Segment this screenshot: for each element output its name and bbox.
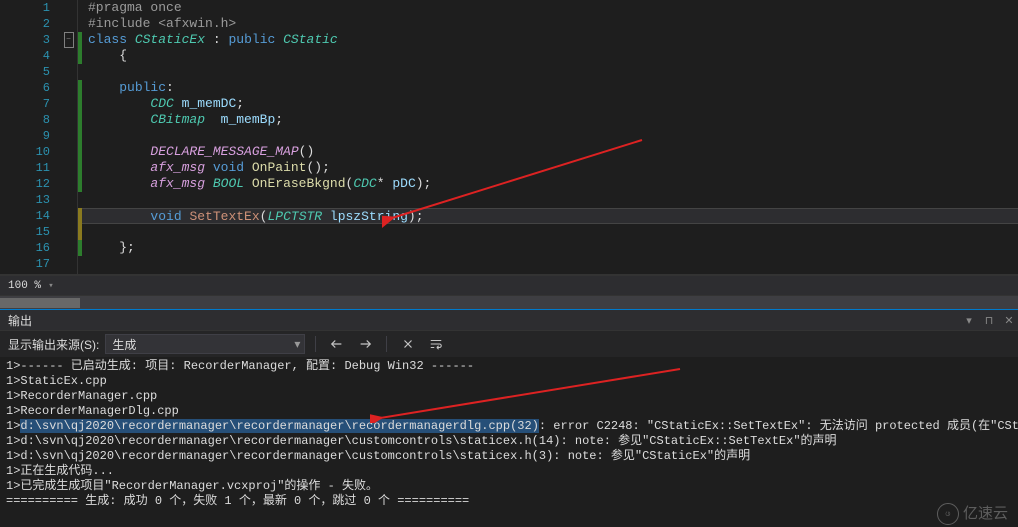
line-number: 13 [0, 192, 50, 208]
code-line[interactable]: public: [82, 80, 1018, 96]
line-number: 16 [0, 240, 50, 256]
pin-icon[interactable]: ⊓ [980, 311, 998, 329]
fold-marker[interactable] [60, 160, 77, 176]
output-text-area[interactable]: 1>------ 已启动生成: 项目: RecorderManager, 配置:… [0, 357, 1018, 527]
code-content[interactable]: #pragma once#include <afxwin.h>class CSt… [82, 0, 1018, 274]
collapse-icon[interactable]: − [64, 32, 74, 48]
line-number: 17 [0, 256, 50, 272]
code-line[interactable] [82, 192, 1018, 208]
toolbar-separator [386, 336, 387, 352]
toggle-wrap-button[interactable] [425, 334, 447, 354]
watermark: ဖ 亿速云 [937, 506, 1008, 521]
output-line[interactable]: 1>d:\svn\qj2020\recordermanager\recorder… [6, 434, 1012, 449]
line-number: 11 [0, 160, 50, 176]
fold-marker[interactable] [60, 176, 77, 192]
line-number: 7 [0, 96, 50, 112]
fold-marker[interactable] [60, 208, 77, 224]
code-line[interactable]: DECLARE_MESSAGE_MAP() [82, 144, 1018, 160]
code-line[interactable] [82, 128, 1018, 144]
zoom-bar: 100 % ▾ [0, 275, 1018, 295]
fold-marker[interactable] [60, 128, 77, 144]
scrollbar-thumb[interactable] [0, 298, 80, 308]
toolbar-separator [315, 336, 316, 352]
code-editor[interactable]: 1234567891011121314151617 − #pragma once… [0, 0, 1018, 275]
zoom-dropdown-icon[interactable]: ▾ [45, 280, 57, 292]
line-number: 2 [0, 16, 50, 32]
line-number: 5 [0, 64, 50, 80]
fold-marker[interactable] [60, 64, 77, 80]
goto-next-message-button[interactable] [354, 334, 376, 354]
line-number: 8 [0, 112, 50, 128]
line-number: 3 [0, 32, 50, 48]
code-line[interactable]: class CStaticEx : public CStatic [82, 32, 1018, 48]
code-line[interactable]: afx_msg BOOL OnEraseBkgnd(CDC* pDC); [82, 176, 1018, 192]
clear-all-button[interactable] [397, 334, 419, 354]
output-source-value: 生成 [112, 336, 136, 353]
zoom-level[interactable]: 100 % [8, 280, 41, 292]
code-line[interactable]: void SetTextEx(LPCTSTR lpszString); [82, 208, 1018, 224]
goto-prev-message-button[interactable] [326, 334, 348, 354]
horizontal-scrollbar[interactable] [0, 295, 1018, 309]
line-number: 15 [0, 224, 50, 240]
line-number: 1 [0, 0, 50, 16]
fold-marker[interactable]: − [60, 32, 77, 48]
code-line[interactable]: }; [82, 240, 1018, 256]
line-number: 9 [0, 128, 50, 144]
fold-marker[interactable] [60, 48, 77, 64]
code-line[interactable] [82, 224, 1018, 240]
output-toolbar: 显示输出来源(S): 生成 [0, 331, 1018, 357]
watermark-text: 亿速云 [963, 506, 1008, 521]
line-number: 12 [0, 176, 50, 192]
line-number: 4 [0, 48, 50, 64]
code-line[interactable]: CDC m_memDC; [82, 96, 1018, 112]
output-panel-header: 输出 ▾ ⊓ ✕ [0, 309, 1018, 331]
code-line[interactable]: #include <afxwin.h> [82, 16, 1018, 32]
code-line[interactable]: { [82, 48, 1018, 64]
fold-marker[interactable] [60, 112, 77, 128]
output-panel-title: 输出 [8, 312, 32, 329]
fold-marker-column[interactable]: − [60, 0, 78, 274]
output-line[interactable]: 1>已完成生成项目"RecorderManager.vcxproj"的操作 - … [6, 479, 1012, 494]
watermark-icon: ဖ [937, 503, 959, 525]
fold-marker[interactable] [60, 224, 77, 240]
code-line[interactable]: CBitmap m_memBp; [82, 112, 1018, 128]
output-line[interactable]: 1>RecorderManager.cpp [6, 389, 1012, 404]
panel-menu-icon[interactable]: ▾ [960, 311, 978, 329]
output-line[interactable]: 1>RecorderManagerDlg.cpp [6, 404, 1012, 419]
output-source-select[interactable]: 生成 [105, 334, 305, 354]
line-number-gutter: 1234567891011121314151617 [0, 0, 60, 274]
output-line[interactable]: 1>d:\svn\qj2020\recordermanager\recorder… [6, 419, 1012, 434]
fold-marker[interactable] [60, 240, 77, 256]
output-source-label: 显示输出来源(S): [8, 336, 99, 353]
close-icon[interactable]: ✕ [1000, 311, 1018, 329]
output-line[interactable]: 1>d:\svn\qj2020\recordermanager\recorder… [6, 449, 1012, 464]
line-number: 10 [0, 144, 50, 160]
output-line[interactable]: 1>StaticEx.cpp [6, 374, 1012, 389]
fold-marker[interactable] [60, 80, 77, 96]
code-line[interactable]: afx_msg void OnPaint(); [82, 160, 1018, 176]
output-line[interactable]: 1>正在生成代码... [6, 464, 1012, 479]
line-number: 6 [0, 80, 50, 96]
fold-marker[interactable] [60, 0, 77, 16]
fold-marker[interactable] [60, 256, 77, 272]
code-line[interactable] [82, 64, 1018, 80]
fold-marker[interactable] [60, 16, 77, 32]
code-line[interactable] [82, 256, 1018, 272]
output-line[interactable]: ========== 生成: 成功 0 个，失败 1 个，最新 0 个，跳过 0… [6, 494, 1012, 509]
code-line[interactable]: #pragma once [82, 0, 1018, 16]
fold-marker[interactable] [60, 192, 77, 208]
fold-marker[interactable] [60, 96, 77, 112]
output-line[interactable]: 1>------ 已启动生成: 项目: RecorderManager, 配置:… [6, 359, 1012, 374]
line-number: 14 [0, 208, 50, 224]
fold-marker[interactable] [60, 144, 77, 160]
